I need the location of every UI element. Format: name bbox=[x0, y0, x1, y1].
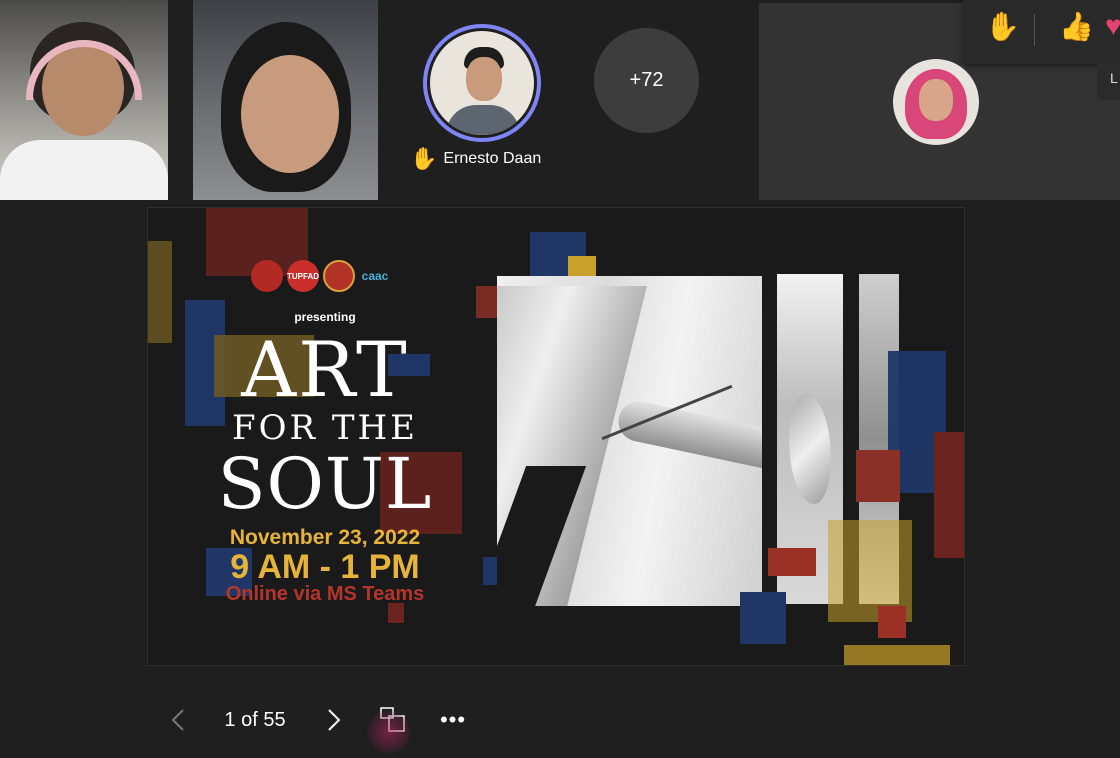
sponsor-logos: TUPFAD caac bbox=[251, 260, 391, 292]
seal-logo bbox=[251, 260, 283, 292]
tooltip-text: L bbox=[1110, 70, 1118, 86]
deco-block bbox=[878, 606, 906, 638]
logo-text: TUPFAD bbox=[287, 271, 319, 281]
presenting-label: presenting bbox=[294, 310, 356, 324]
like-icon[interactable]: 👍 bbox=[1059, 10, 1094, 43]
event-date: November 23, 2022 bbox=[229, 526, 421, 549]
overflow-count: +72 bbox=[629, 69, 664, 91]
painting-hand bbox=[614, 397, 762, 475]
floating-reaction-heart bbox=[366, 709, 412, 755]
deco-block bbox=[388, 603, 404, 623]
slide-title-for-the: FOR THE bbox=[231, 408, 419, 448]
leaf-shape bbox=[789, 394, 831, 504]
participant-avatar-pink bbox=[893, 59, 979, 145]
participant-video-1[interactable] bbox=[0, 0, 168, 200]
shared-slide: TUPFAD caac presenting ART FOR THE SOUL … bbox=[147, 207, 965, 666]
deco-block bbox=[856, 450, 900, 502]
face bbox=[919, 79, 953, 121]
next-slide-button[interactable] bbox=[322, 700, 346, 740]
more-participants-button[interactable]: +72 bbox=[594, 28, 699, 133]
event-time: 9 AM - 1 PM bbox=[230, 548, 420, 586]
slide-title-soul: SOUL bbox=[217, 443, 433, 525]
participant-name: Ernesto Daan bbox=[443, 150, 542, 167]
deco-block bbox=[934, 432, 964, 558]
chevron-left-icon bbox=[171, 709, 184, 731]
deco-block bbox=[768, 548, 816, 576]
previous-slide-button[interactable] bbox=[166, 700, 190, 740]
raised-hand-icon: ✋ bbox=[410, 146, 438, 171]
face bbox=[466, 57, 502, 101]
painting-photo bbox=[497, 276, 762, 606]
reaction-tooltip: L bbox=[1097, 58, 1120, 100]
deco-block bbox=[148, 241, 172, 343]
raised-hand-label: ✋ Ernesto Daan bbox=[410, 146, 541, 172]
slide-navigation: 1 of 55 ••• bbox=[0, 700, 1120, 740]
divider bbox=[1034, 14, 1035, 46]
deco-block bbox=[740, 592, 786, 644]
event-venue: Online via MS Teams bbox=[225, 583, 425, 605]
more-options-icon: ••• bbox=[439, 707, 467, 732]
caac-logo: caac bbox=[359, 260, 391, 292]
crest-logo bbox=[323, 260, 355, 292]
chevron-right-icon bbox=[328, 709, 341, 731]
tupfad-logo: TUPFAD bbox=[287, 260, 319, 292]
reactions-bar: ✋ 👍 ♥ bbox=[963, 0, 1120, 64]
face bbox=[241, 55, 339, 173]
shirt bbox=[0, 140, 168, 200]
more-options-button[interactable]: ••• bbox=[436, 700, 470, 740]
love-icon[interactable]: ♥ bbox=[1105, 10, 1120, 42]
participant-video-2[interactable] bbox=[193, 0, 378, 200]
raise-hand-icon[interactable]: ✋ bbox=[985, 10, 1020, 43]
logo-text: caac bbox=[361, 269, 389, 283]
slide-title-art: ART bbox=[241, 325, 409, 414]
shirt bbox=[446, 105, 520, 135]
speaker-avatar[interactable] bbox=[423, 24, 541, 142]
deco-block bbox=[844, 645, 950, 665]
page-indicator: 1 of 55 bbox=[224, 708, 286, 731]
